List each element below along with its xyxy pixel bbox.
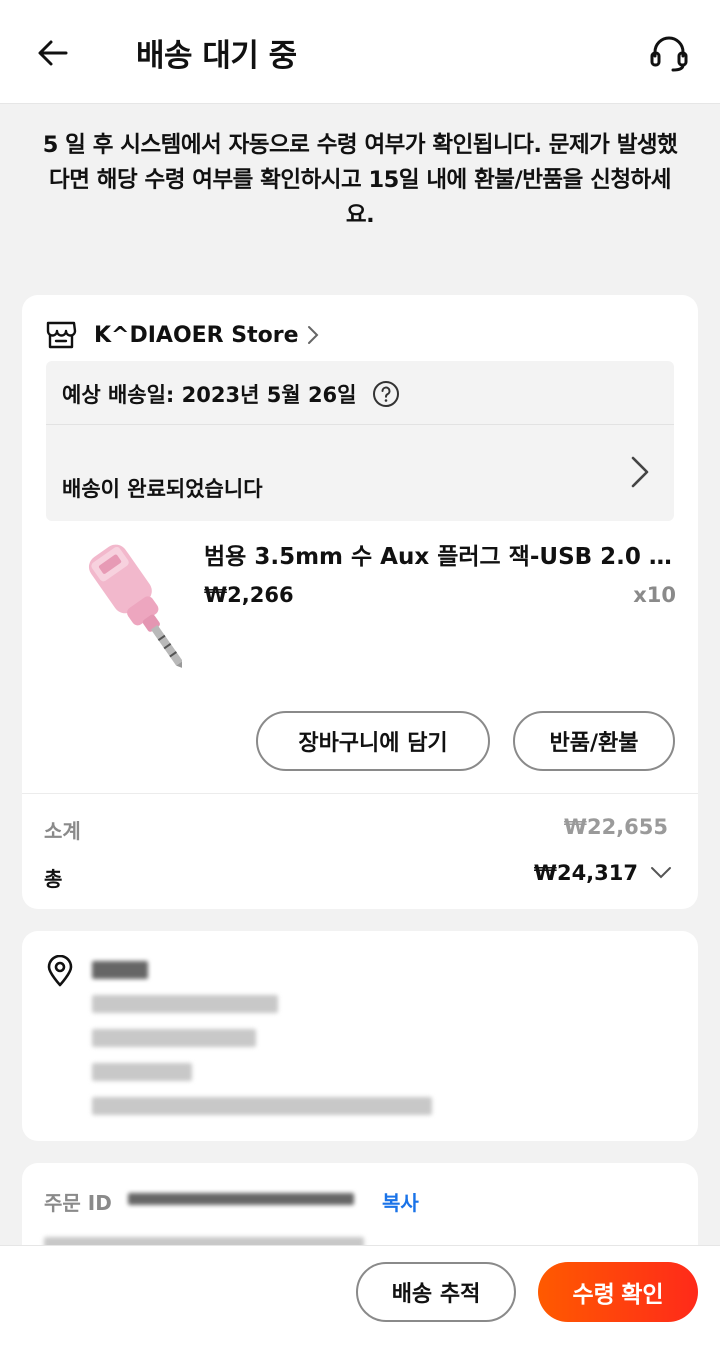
product-quantity: x10 bbox=[633, 583, 676, 607]
subtotal-label: 소계 bbox=[44, 819, 81, 843]
redacted-phone bbox=[92, 1097, 432, 1115]
product-name[interactable]: 범용 3.5mm 수 Aux 플러그 잭-USB 2.0 메스 변환 어댑터 bbox=[204, 537, 676, 571]
order-card: K^DIAOER Store 예상 배송일: 2023년 5월 26일 배송이 … bbox=[22, 295, 698, 909]
redacted-order-id bbox=[128, 1193, 354, 1205]
delivery-info-box: 예상 배송일: 2023년 5월 26일 배송이 완료되었습니다 bbox=[46, 361, 674, 521]
shipping-address-card[interactable] bbox=[22, 931, 698, 1141]
page-title: 배송 대기 중 bbox=[136, 38, 297, 74]
estimated-delivery-row: 예상 배송일: 2023년 5월 26일 bbox=[62, 377, 400, 411]
back-button[interactable] bbox=[30, 30, 76, 76]
delivery-status-row[interactable]: 배송이 완료되었습니다 bbox=[46, 425, 674, 521]
bottom-action-bar: 배송 추적 수령 확인 bbox=[0, 1245, 720, 1345]
product-price: ₩2,266 bbox=[204, 583, 294, 607]
headset-icon bbox=[650, 36, 688, 72]
store-name: K^DIAOER Store bbox=[94, 322, 299, 348]
redacted-recipient-name bbox=[92, 961, 148, 979]
chevron-right-icon bbox=[307, 325, 319, 345]
copy-order-id-button[interactable]: 복사 bbox=[382, 1187, 419, 1216]
auto-confirm-notice: 5 일 후 시스템에서 자동으로 수령 여부가 확인됩니다. 문제가 발생했다면… bbox=[42, 132, 678, 228]
redacted-address-line bbox=[92, 1029, 256, 1047]
track-shipment-button[interactable]: 배송 추적 bbox=[356, 1262, 516, 1322]
top-bar: 배송 대기 중 bbox=[0, 0, 720, 104]
total-expand-toggle[interactable]: ₩24,317 bbox=[534, 861, 672, 885]
chevron-down-icon bbox=[650, 866, 672, 880]
store-icon bbox=[44, 318, 78, 352]
return-refund-button[interactable]: 반품/환불 bbox=[513, 711, 675, 771]
redacted-address-line bbox=[92, 995, 278, 1013]
arrow-left-icon bbox=[38, 40, 68, 66]
chevron-right-icon bbox=[630, 455, 650, 493]
redacted-address-line bbox=[92, 1063, 192, 1081]
question-circle-icon[interactable] bbox=[372, 380, 400, 408]
total-label: 총 bbox=[44, 867, 63, 891]
subtotal-value: ₩22,655 bbox=[563, 815, 668, 839]
divider bbox=[22, 793, 698, 794]
product-image[interactable] bbox=[48, 539, 183, 687]
store-link[interactable]: K^DIAOER Store bbox=[44, 317, 319, 353]
customer-support-button[interactable] bbox=[646, 30, 692, 76]
delivery-status-text: 배송이 완료되었습니다 bbox=[62, 477, 263, 501]
estimated-delivery-text: 예상 배송일: 2023년 5월 26일 bbox=[62, 383, 357, 407]
confirm-receipt-button[interactable]: 수령 확인 bbox=[538, 1262, 698, 1322]
location-pin-icon bbox=[46, 954, 74, 991]
order-id-label: 주문 ID bbox=[44, 1191, 112, 1215]
add-to-cart-button[interactable]: 장바구니에 담기 bbox=[256, 711, 490, 771]
total-value: ₩24,317 bbox=[533, 861, 638, 885]
